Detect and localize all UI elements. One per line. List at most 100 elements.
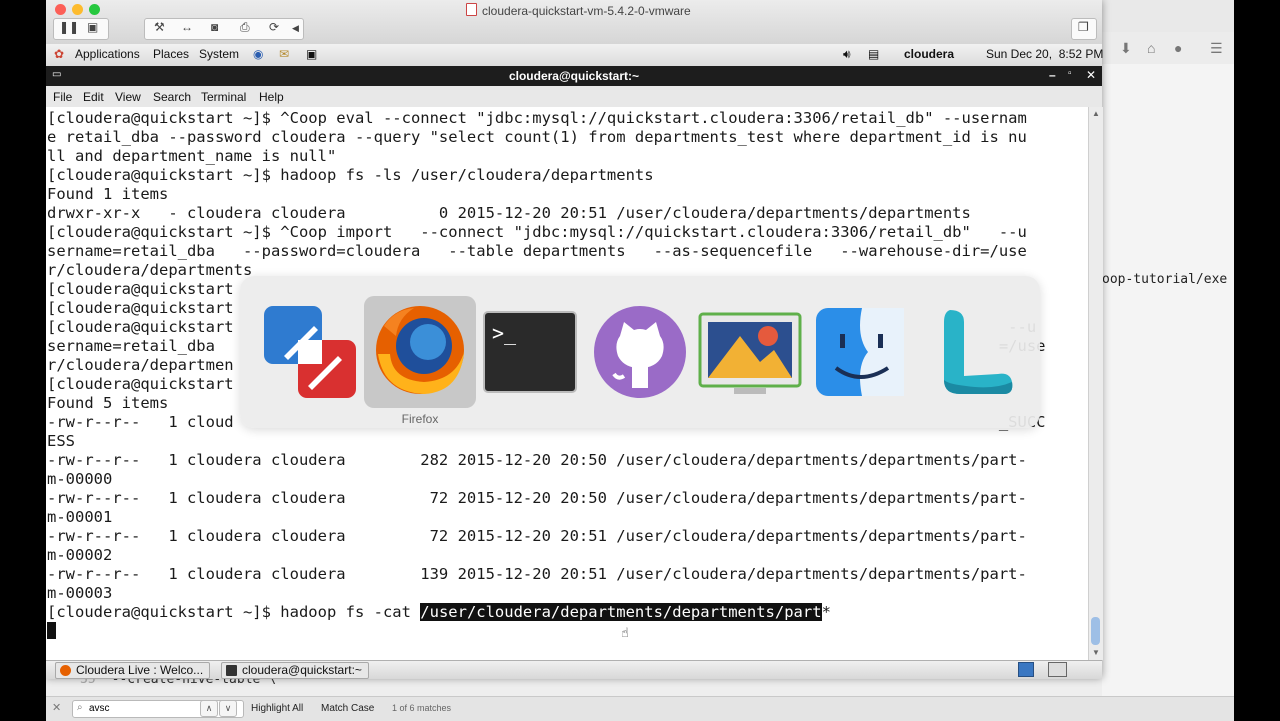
workspace-icon[interactable] <box>1018 662 1034 677</box>
arrows-icon[interactable]: ↔ <box>181 20 193 34</box>
find-next-button[interactable]: ∨ <box>219 700 237 717</box>
terminal-line: ESS <box>47 432 75 450</box>
menu-search[interactable]: Search <box>153 90 191 104</box>
menu-edit[interactable]: Edit <box>83 90 104 104</box>
l-app-icon[interactable] <box>914 296 1026 408</box>
document-icon <box>466 3 477 16</box>
search-icon: ⌕ <box>77 702 83 713</box>
browser-launcher-icon[interactable]: ◉ <box>253 47 263 61</box>
terminal-line: [cloudera@quickstart ~]$ ^Coop eval --co… <box>47 109 1027 127</box>
wrench-icon[interactable]: ⚒ <box>154 20 165 34</box>
close-window-button[interactable] <box>55 4 66 15</box>
app-switcher: Firefox >_ <box>240 276 1040 428</box>
download-icon[interactable]: ⬇ <box>1120 40 1132 57</box>
vmware-fusion-icon[interactable] <box>254 296 366 408</box>
pause-icon[interactable]: ❚❚ <box>59 20 79 34</box>
terminal-titlebar: ▭ cloudera@quickstart:~ – ▫ ✕ <box>46 66 1102 86</box>
home-icon[interactable]: ⌂ <box>1147 40 1155 56</box>
network-icon[interactable]: ▤ <box>868 47 879 61</box>
terminal-menubar: File Edit View Search Terminal Help <box>46 86 1102 108</box>
menu-view[interactable]: View <box>115 90 141 104</box>
menu-terminal[interactable]: Terminal <box>201 90 246 104</box>
minimize-icon[interactable]: – <box>1049 68 1056 82</box>
firefox-icon[interactable]: Firefox <box>364 296 476 426</box>
volume-icon[interactable]: 🔊︎ <box>843 47 851 62</box>
host-page-text: oop-tutorial/exe <box>1102 272 1228 287</box>
gnome-foot-icon: ✿ <box>54 47 65 61</box>
svg-text:>_: >_ <box>492 321 517 345</box>
terminal-line: ll and department_name is null" <box>47 147 337 165</box>
hand-cursor-icon: ☝ <box>621 625 629 640</box>
chevron-left-icon[interactable]: ◀ <box>292 23 299 34</box>
chat-icon[interactable]: ● <box>1174 40 1182 56</box>
scroll-down-icon[interactable]: ▼ <box>1092 648 1100 657</box>
find-previous-button[interactable]: ∧ <box>200 700 218 717</box>
vm-control-group: ❚❚ ▣ <box>53 18 109 40</box>
terminal-line: sername=retail_dba --password=cloudera -… <box>47 242 1027 260</box>
terminal-line: -rw-r--r-- 1 cloudera cloudera 72 2015-1… <box>47 527 1027 545</box>
scroll-up-icon[interactable]: ▲ <box>1092 109 1100 118</box>
terminal-icon <box>226 665 237 676</box>
highlight-all-toggle[interactable]: Highlight All <box>251 703 303 714</box>
terminal-launcher-icon[interactable]: ▣ <box>306 47 317 61</box>
disk-icon[interactable]: ◙ <box>211 20 218 34</box>
glob-suffix: * <box>821 603 831 621</box>
terminal-line: Found 1 items <box>47 185 169 203</box>
terminal-line: e retail_dba --password cloudera --query… <box>47 128 1027 146</box>
match-case-toggle[interactable]: Match Case <box>321 703 374 714</box>
vm-title: cloudera-quickstart-vm-5.4.2-0-vmware <box>466 3 691 18</box>
terminal-line: -rw-r--r-- 1 cloudera cloudera 139 2015-… <box>47 565 1027 583</box>
fullscreen-icon: ❐ <box>1078 20 1089 34</box>
mail-launcher-icon[interactable]: ✉ <box>279 47 289 61</box>
system-menu[interactable]: System <box>199 47 239 61</box>
places-menu[interactable]: Places <box>153 47 189 61</box>
close-icon[interactable]: ✕ <box>52 701 61 714</box>
terminal-line: m-00003 <box>47 584 113 602</box>
menu-icon[interactable]: ☰ <box>1210 40 1223 57</box>
scroll-thumb[interactable] <box>1091 617 1100 645</box>
show-desktop-icon[interactable] <box>1048 662 1067 677</box>
menu-file[interactable]: File <box>53 90 72 104</box>
find-bar: ✕ ⌕ ∧ ∨ Highlight All Match Case 1 of 6 … <box>46 696 1234 721</box>
terminal-line: m-00000 <box>47 470 113 488</box>
close-icon[interactable]: ✕ <box>1086 68 1096 82</box>
user-name[interactable]: cloudera <box>904 47 954 61</box>
gnome-bottom-panel: Cloudera Live : Welco... cloudera@quicks… <box>46 660 1102 679</box>
terminal-line: [cloudera@quickstart ~]$ ^Coop import --… <box>47 223 1027 241</box>
terminal-icon[interactable]: >_ <box>474 296 586 408</box>
terminal-scrollbar[interactable]: ▲ ▼ <box>1088 107 1103 660</box>
vm-toolbar-group: ⚒ ↔ ◙ ⎙ ⟳ ◀ <box>144 18 304 40</box>
menu-help[interactable]: Help <box>259 90 284 104</box>
snapshot-icon[interactable]: ▣ <box>87 20 98 34</box>
text-cursor <box>47 622 56 639</box>
cursor-line <box>47 622 1046 641</box>
terminal-line: m-00001 <box>47 508 113 526</box>
prompt-text: [cloudera@quickstart ~]$ hadoop fs -cat <box>47 603 421 621</box>
terminal-line: m-00002 <box>47 546 113 564</box>
vm-titlebar: cloudera-quickstart-vm-5.4.2-0-vmware ❚❚… <box>46 0 1102 45</box>
host-browser-page <box>1102 64 1234 696</box>
task-firefox[interactable]: Cloudera Live : Welco... <box>55 662 211 679</box>
photos-movie-icon[interactable] <box>694 296 806 408</box>
selected-path: /user/cloudera/departments/departments/p… <box>420 603 822 621</box>
terminal-prompt-line: [cloudera@quickstart ~]$ hadoop fs -cat … <box>47 603 1046 622</box>
printer-icon[interactable]: ⎙ <box>240 20 250 35</box>
firefox-icon <box>60 665 71 676</box>
terminal-line: drwxr-xr-x - cloudera cloudera 0 2015-12… <box>47 204 971 222</box>
finder-icon[interactable] <box>804 296 916 408</box>
terminal-line: [cloudera@quickstart ~]$ hadoop fs -ls /… <box>47 166 654 184</box>
github-desktop-icon[interactable] <box>584 296 696 408</box>
minimize-window-button[interactable] <box>72 4 83 15</box>
zoom-window-button[interactable] <box>89 4 100 15</box>
terminal-title: cloudera@quickstart:~ <box>508 69 640 83</box>
match-count: 1 of 6 matches <box>392 703 452 713</box>
terminal-line: -rw-r--r-- 1 cloudera cloudera 72 2015-1… <box>47 489 1027 507</box>
task-terminal[interactable]: cloudera@quickstart:~ <box>221 662 369 679</box>
fullscreen-button[interactable]: ❐ <box>1071 18 1097 40</box>
applications-menu[interactable]: Applications <box>75 47 140 61</box>
sync-icon[interactable]: ⟳ <box>269 20 279 34</box>
maximize-icon[interactable]: ▫ <box>1068 68 1072 79</box>
terminal-line: -rw-r--r-- 1 cloudera cloudera 282 2015-… <box>47 451 1027 469</box>
gnome-top-panel: ✿ Applications Places System ◉ ✉ ▣ 🔊︎ ▤ … <box>46 44 1103 67</box>
clock[interactable]: Sun Dec 20, 8:52 PM <box>986 47 1103 61</box>
